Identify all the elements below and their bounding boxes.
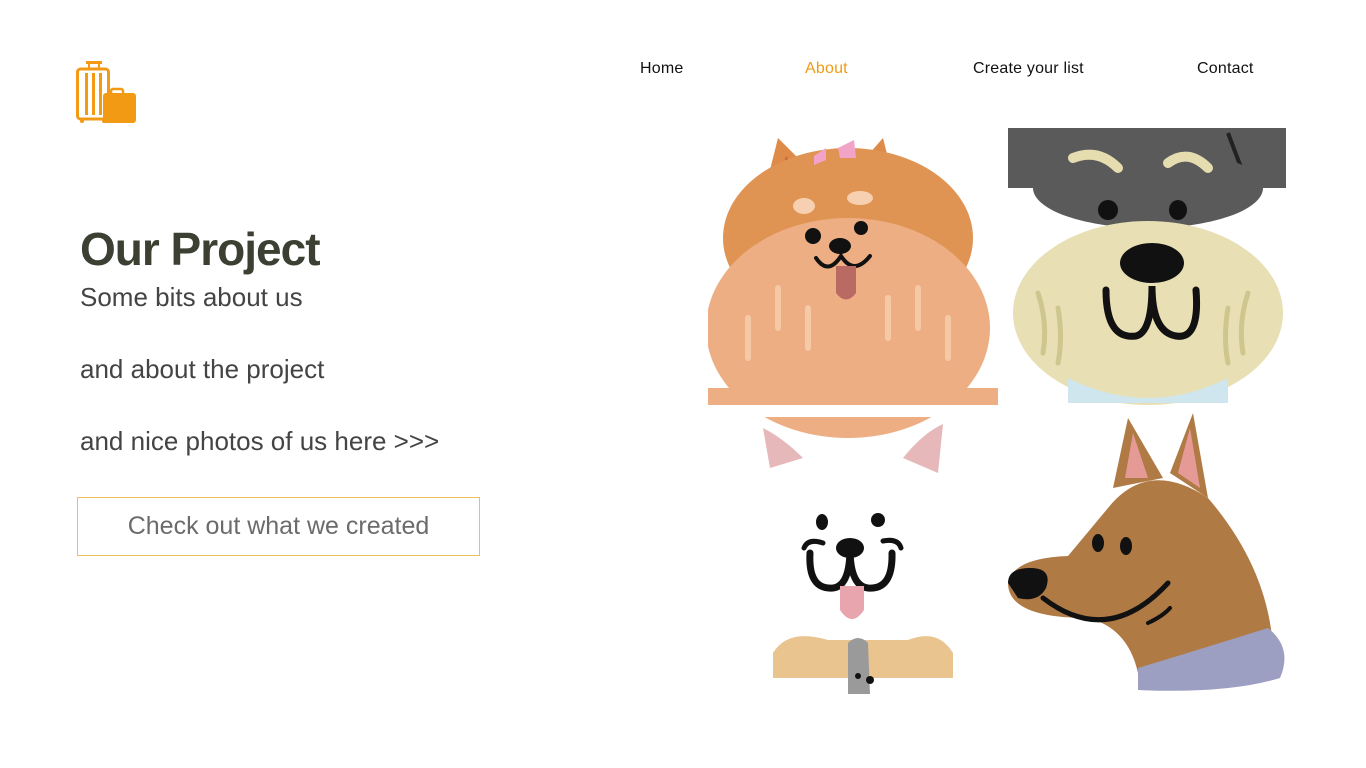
nav-about[interactable]: About — [805, 60, 848, 80]
white-dog-image — [763, 424, 953, 694]
nav-home[interactable]: Home — [640, 60, 683, 80]
pomeranian-dog-image — [708, 138, 998, 438]
schnauzer-dog-image — [1008, 128, 1286, 405]
nav-create-list[interactable]: Create your list — [973, 60, 1084, 80]
dogs-illustration — [708, 128, 1286, 694]
page-title: Our Project — [80, 223, 321, 275]
luggage-logo-icon[interactable] — [76, 60, 138, 124]
hero-line-3: and nice photos of us here >>> — [80, 426, 440, 456]
brown-dog-image — [1008, 413, 1285, 691]
nav-contact[interactable]: Contact — [1197, 60, 1254, 80]
hero-line-1: Some bits about us — [80, 282, 303, 312]
check-out-button[interactable]: Check out what we created — [77, 497, 480, 556]
hero-line-2: and about the project — [80, 354, 325, 384]
